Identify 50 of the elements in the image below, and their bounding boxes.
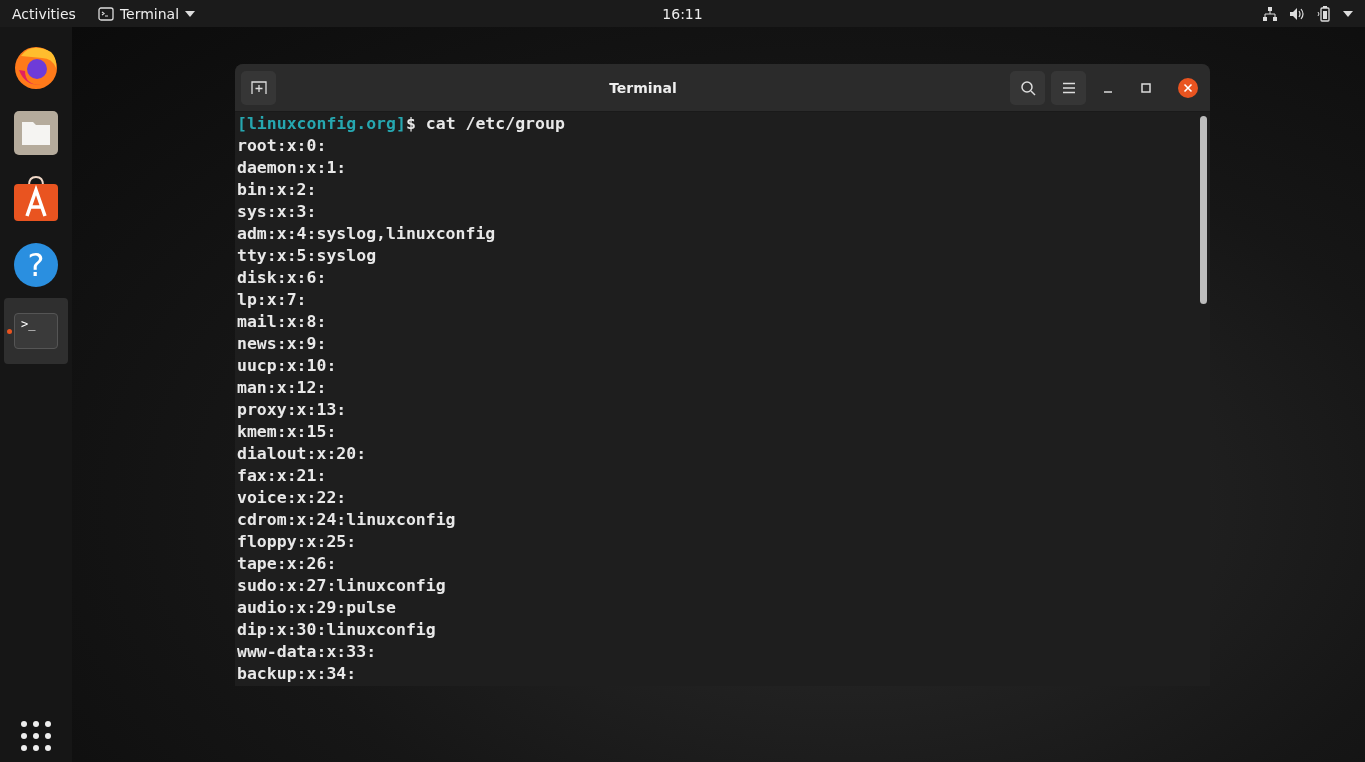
output-line: bin:x:2: xyxy=(237,179,318,201)
output-line: root:x:0: xyxy=(237,135,328,157)
volume-icon[interactable] xyxy=(1289,6,1305,21)
output-line: disk:x:6: xyxy=(237,267,328,289)
output-line: tape:x:26: xyxy=(237,553,338,575)
output-line: kmem:x:15: xyxy=(237,421,338,443)
output-line: sudo:x:27:linuxconfig xyxy=(237,575,447,597)
output-line: sys:x:3: xyxy=(237,201,318,223)
output-line: cdrom:x:24:linuxconfig xyxy=(237,509,457,531)
output-line: tty:x:5:syslog xyxy=(237,245,378,267)
browser-icon[interactable] xyxy=(13,44,59,90)
search-icon xyxy=(1019,79,1036,96)
network-icon[interactable] xyxy=(1263,6,1277,21)
output-line: backup:x:34: xyxy=(237,663,358,685)
output-line: news:x:9: xyxy=(237,333,328,355)
output-line: dip:x:30:linuxconfig xyxy=(237,619,437,641)
terminal-icon xyxy=(97,6,114,21)
output-line: mail:x:8: xyxy=(237,311,328,333)
new-tab-icon xyxy=(250,80,267,95)
menu-icon xyxy=(1061,81,1076,94)
terminal-icon[interactable]: >_ xyxy=(14,313,58,349)
output-line: daemon:x:1: xyxy=(237,157,348,179)
command-prompt-line: [linuxconfig.org]$ cat /etc/group xyxy=(237,113,566,135)
output-line: www-data:x:33: xyxy=(237,641,378,663)
shopping-bag-icon[interactable] xyxy=(13,176,59,222)
window-title: Terminal xyxy=(608,79,678,96)
clock[interactable]: 16:11 xyxy=(662,5,703,22)
menu-button[interactable] xyxy=(1051,70,1086,105)
output-line: dialout:x:20: xyxy=(237,443,368,465)
app-grid-icon[interactable] xyxy=(20,720,52,752)
caret-icon[interactable] xyxy=(1343,10,1353,17)
output-line: adm:x:4:syslog,linuxconfig xyxy=(237,223,497,245)
close-icon[interactable] xyxy=(1178,77,1198,98)
new-tab-button[interactable] xyxy=(241,70,276,105)
running-indicator xyxy=(7,329,12,334)
output-line: uucp:x:10: xyxy=(237,355,338,377)
output-line: voice:x:22: xyxy=(237,487,348,509)
output-line: floppy:x:25: xyxy=(237,531,358,553)
output-line: proxy:x:13: xyxy=(237,399,348,421)
search-button[interactable] xyxy=(1010,70,1045,105)
app-menu[interactable]: Terminal xyxy=(97,5,196,22)
output-line: man:x:12: xyxy=(237,377,328,399)
output-line: fax:x:21: xyxy=(237,465,328,487)
activities-button[interactable]: Activities xyxy=(12,5,76,22)
folder-icon[interactable] xyxy=(13,110,59,156)
maximize-icon[interactable] xyxy=(1140,81,1152,94)
output-line: audio:x:29:pulse xyxy=(237,597,397,619)
battery-icon[interactable] xyxy=(1317,5,1331,22)
caret-icon xyxy=(185,10,196,17)
output-line: lp:x:7: xyxy=(237,289,308,311)
